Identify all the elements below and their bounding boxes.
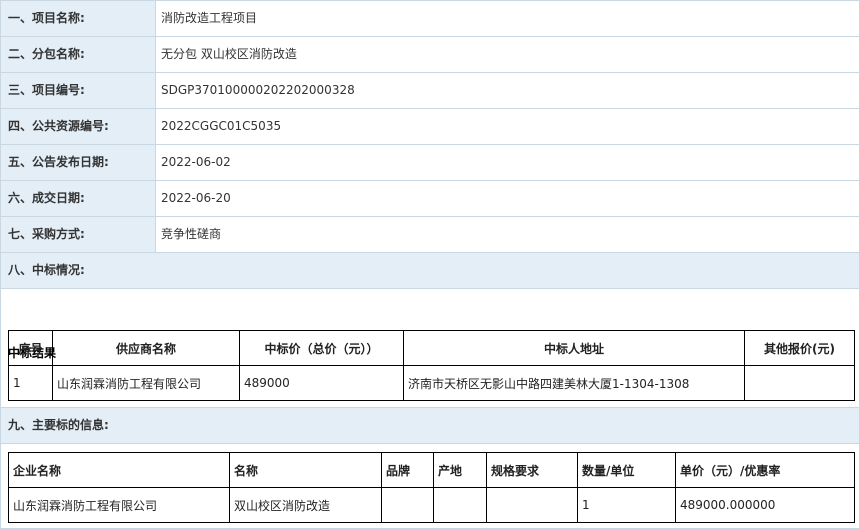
field-row-project-name: 一、项目名称: 消防改造工程项目: [1, 1, 859, 37]
column-header-quantity: 数量/单位: [577, 452, 676, 488]
field-row-publish-date: 五、公告发布日期: 2022-06-02: [1, 145, 859, 181]
table-cell: [744, 365, 855, 401]
section-label: 八、中标情况:: [1, 253, 859, 288]
column-header-brand: 品牌: [381, 452, 434, 488]
table-cell: 山东润霖消防工程有限公司: [8, 487, 230, 523]
field-row-package-name: 二、分包名称: 无分包 双山校区消防改造: [1, 37, 859, 73]
column-header-index: 序号: [8, 330, 53, 366]
table-cell: [486, 487, 578, 523]
field-row-public-resource-number: 四、公共资源编号: 2022CGGC01C5035: [1, 109, 859, 145]
field-label: 四、公共资源编号:: [1, 109, 156, 144]
field-value: 2022CGGC01C5035: [161, 119, 282, 133]
column-header-bid-price: 中标价（总价（元））: [239, 330, 404, 366]
column-header-address: 中标人地址: [403, 330, 745, 366]
bid-results-table: 序号 供应商名称 中标价（总价（元）） 中标人地址 其他报价(元) 1 山东润霖…: [8, 330, 855, 401]
column-header-origin: 产地: [433, 452, 487, 488]
column-header-name: 名称: [229, 452, 382, 488]
field-value: 2022-06-20: [161, 191, 231, 205]
section-main-items-header: 九、主要标的信息:: [1, 408, 859, 444]
column-header-unit-price: 单价（元）/优惠率: [675, 452, 855, 488]
column-header-supplier: 供应商名称: [52, 330, 240, 366]
table-row: 1 山东润霖消防工程有限公司 489000 济南市天桥区无影山中路四建美林大厦1…: [8, 365, 855, 401]
table-cell: 济南市天桥区无影山中路四建美林大厦1-1304-1308: [403, 365, 745, 401]
field-value: 竞争性磋商: [161, 227, 222, 241]
field-label: 五、公告发布日期:: [1, 145, 156, 180]
procurement-notice: 一、项目名称: 消防改造工程项目 二、分包名称: 无分包 双山校区消防改造 三、…: [0, 0, 860, 529]
table-cell: 1: [577, 487, 676, 523]
column-header-company: 企业名称: [8, 452, 230, 488]
field-label: 三、项目编号:: [1, 73, 156, 108]
field-label: 六、成交日期:: [1, 181, 156, 216]
table-cell: 山东润霖消防工程有限公司: [52, 365, 240, 401]
table-cell: 1: [8, 365, 53, 401]
field-label: 七、采购方式:: [1, 217, 156, 252]
section-bid-results-header: 八、中标情况:: [1, 253, 859, 289]
table-header-row: 企业名称 名称 品牌 产地 规格要求 数量/单位 单价（元）/优惠率: [8, 452, 855, 488]
field-value: 无分包 双山校区消防改造: [161, 47, 297, 61]
field-label: 一、项目名称:: [1, 1, 156, 36]
section-label: 九、主要标的信息:: [1, 408, 859, 443]
table-cell: [381, 487, 434, 523]
field-row-procurement-method: 七、采购方式: 竞争性磋商: [1, 217, 859, 253]
main-items-table: 企业名称 名称 品牌 产地 规格要求 数量/单位 单价（元）/优惠率 山东润霖消…: [8, 452, 855, 523]
table-cell: 489000: [239, 365, 404, 401]
table-cell: 489000.000000: [675, 487, 855, 523]
table-header-row: 序号 供应商名称 中标价（总价（元）） 中标人地址 其他报价(元): [8, 330, 855, 366]
column-header-spec: 规格要求: [486, 452, 578, 488]
field-row-project-number: 三、项目编号: SDGP370100000202202000328: [1, 73, 859, 109]
table-row: 山东润霖消防工程有限公司 双山校区消防改造 1 489000.000000: [8, 487, 855, 523]
field-row-deal-date: 六、成交日期: 2022-06-20: [1, 181, 859, 217]
field-label: 二、分包名称:: [1, 37, 156, 72]
field-value: 消防改造工程项目: [161, 11, 258, 25]
column-header-other-price: 其他报价(元): [744, 330, 855, 366]
field-value: 2022-06-02: [161, 155, 231, 169]
table-cell: 双山校区消防改造: [229, 487, 382, 523]
field-value: SDGP370100000202202000328: [161, 83, 355, 97]
table-cell: [433, 487, 487, 523]
